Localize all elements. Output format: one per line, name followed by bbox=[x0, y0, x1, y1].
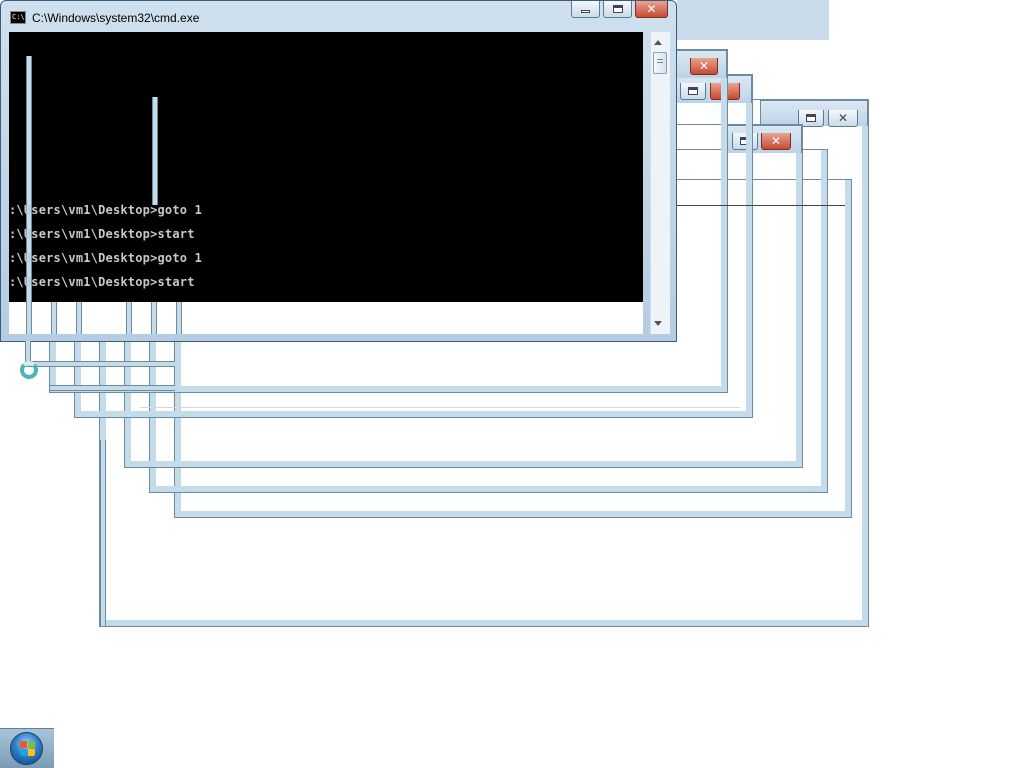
scroll-down-arrow-icon[interactable] bbox=[654, 321, 662, 326]
busy-spinner-icon bbox=[20, 361, 38, 379]
ghost-window-edge bbox=[26, 56, 32, 302]
ghost-divider bbox=[140, 407, 740, 408]
console-blank-area bbox=[9, 302, 643, 334]
console-line: :\Users\vm1\Desktop>start bbox=[9, 227, 195, 241]
ghost-window-edge bbox=[100, 440, 106, 626]
ghost-close-button[interactable]: ✕ bbox=[828, 110, 858, 127]
windows-start-orb-icon[interactable] bbox=[10, 732, 43, 765]
ghost-close-button[interactable]: ✕ bbox=[761, 133, 791, 150]
minimize-button[interactable] bbox=[571, 1, 600, 18]
console-line: :\Users\vm1\Desktop>goto 1 bbox=[9, 203, 203, 217]
ghost-window-edge bbox=[25, 361, 175, 367]
ghost-window-edge bbox=[151, 302, 157, 334]
cmd-window[interactable]: C:\ C:\Windows\system32\cmd.exe ✕ :\User… bbox=[0, 0, 677, 342]
scroll-thumb[interactable] bbox=[653, 52, 667, 74]
window-title: C:\Windows\system32\cmd.exe bbox=[32, 11, 200, 25]
close-button[interactable]: ✕ bbox=[635, 1, 668, 18]
ghost-divider bbox=[677, 205, 845, 206]
console-line: :\Users\vm1\Desktop>start bbox=[9, 275, 195, 289]
ghost-window-edge bbox=[50, 385, 175, 391]
ghost-window-edge bbox=[51, 302, 57, 334]
maximize-button[interactable] bbox=[603, 1, 632, 18]
ghost-titlebar-strip bbox=[677, 0, 829, 40]
scroll-up-arrow-icon[interactable] bbox=[654, 40, 662, 45]
vertical-scrollbar[interactable] bbox=[650, 32, 670, 334]
console-output[interactable]: :\Users\vm1\Desktop>goto 1 :\Users\vm1\D… bbox=[9, 32, 643, 302]
ghost-window-edge bbox=[152, 97, 158, 205]
taskbar bbox=[0, 728, 54, 768]
ghost-window-edge bbox=[26, 302, 32, 334]
ghost-window-edge bbox=[76, 302, 82, 334]
ghost-window-edge bbox=[126, 302, 132, 334]
ghost-close-button[interactable]: ✕ bbox=[690, 58, 718, 75]
cmd-titlebar[interactable]: C:\ C:\Windows\system32\cmd.exe ✕ bbox=[1, 1, 676, 33]
console-icon: C:\ bbox=[10, 11, 26, 24]
ghost-window-edge bbox=[176, 302, 182, 334]
console-line: :\Users\vm1\Desktop>goto 1 bbox=[9, 251, 203, 265]
